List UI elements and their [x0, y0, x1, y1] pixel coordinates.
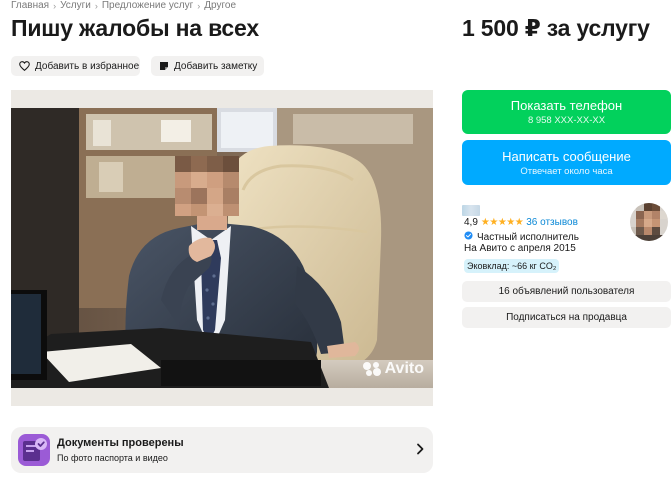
note-icon	[159, 61, 169, 71]
verified-check-icon	[464, 231, 473, 243]
document-check-icon	[18, 434, 50, 466]
masked-phone-number: 8 958 XXX-XX-XX	[527, 115, 606, 126]
breadcrumb: Главная › Услуги › Предложение услуг › Д…	[11, 0, 236, 11]
show-phone-button[interactable]: Показать телефон 8 958 XXX-XX-XX	[462, 90, 671, 134]
write-message-label: Написать сообщение	[502, 148, 631, 164]
chevron-right-icon	[416, 442, 424, 460]
breadcrumb-chevron-icon: ›	[197, 0, 201, 11]
breadcrumb-item-other[interactable]: Другое	[204, 0, 236, 11]
eco-contribution-badge[interactable]: Эковклад: ~66 кг CO₂	[464, 259, 560, 273]
seller-since: На Авито с апреля 2015	[464, 243, 576, 254]
listing-title: Пишу жалобы на всех	[11, 15, 259, 41]
documents-verified-title: Документы проверены	[57, 437, 184, 449]
listing-photo[interactable]: Avito	[11, 90, 433, 406]
avito-logo-icon: Avito	[362, 360, 424, 378]
breadcrumb-item-services[interactable]: Услуги	[60, 0, 91, 11]
show-phone-label: Показать телефон	[510, 98, 623, 113]
add-note-button[interactable]: Добавить заметку	[151, 56, 264, 76]
reviews-link[interactable]: 36 отзывов	[526, 217, 578, 228]
subscribe-seller-button[interactable]: Подписаться на продавца	[462, 307, 671, 328]
write-message-button[interactable]: Написать сообщение Отвечает около часа	[462, 140, 671, 185]
documents-verified-card[interactable]: Документы проверены По фото паспорта и в…	[11, 427, 433, 473]
add-to-favorites-button[interactable]: Добавить в избранное	[11, 56, 140, 76]
seller-type-label: Частный исполнитель	[477, 231, 579, 243]
seller-rating: 4,9 ★★★★★ 36 отзывов	[464, 217, 578, 228]
seller-ads-button[interactable]: 16 объявлений пользователя	[462, 281, 671, 302]
heart-icon	[19, 61, 30, 71]
add-to-favorites-label: Добавить в избранное	[35, 60, 140, 72]
response-time-note: Отвечает около часа	[520, 165, 613, 177]
seller-name-blurred[interactable]	[462, 205, 480, 216]
add-note-label: Добавить заметку	[174, 60, 258, 72]
breadcrumb-item-offer[interactable]: Предложение услуг	[102, 0, 193, 11]
seller-avatar[interactable]	[630, 203, 668, 241]
listing-price: 1 500 ₽ за услугу	[462, 15, 650, 41]
seller-type: Частный исполнитель	[464, 231, 579, 243]
documents-verified-subtitle: По фото паспорта и видео	[57, 453, 168, 463]
breadcrumb-chevron-icon: ›	[94, 0, 98, 11]
rating-value: 4,9	[464, 217, 478, 228]
avito-watermark-text: Avito	[384, 360, 424, 377]
breadcrumb-chevron-icon: ›	[53, 0, 57, 11]
breadcrumb-item-home[interactable]: Главная	[11, 0, 49, 11]
star-rating-icon: ★★★★★	[480, 217, 524, 228]
